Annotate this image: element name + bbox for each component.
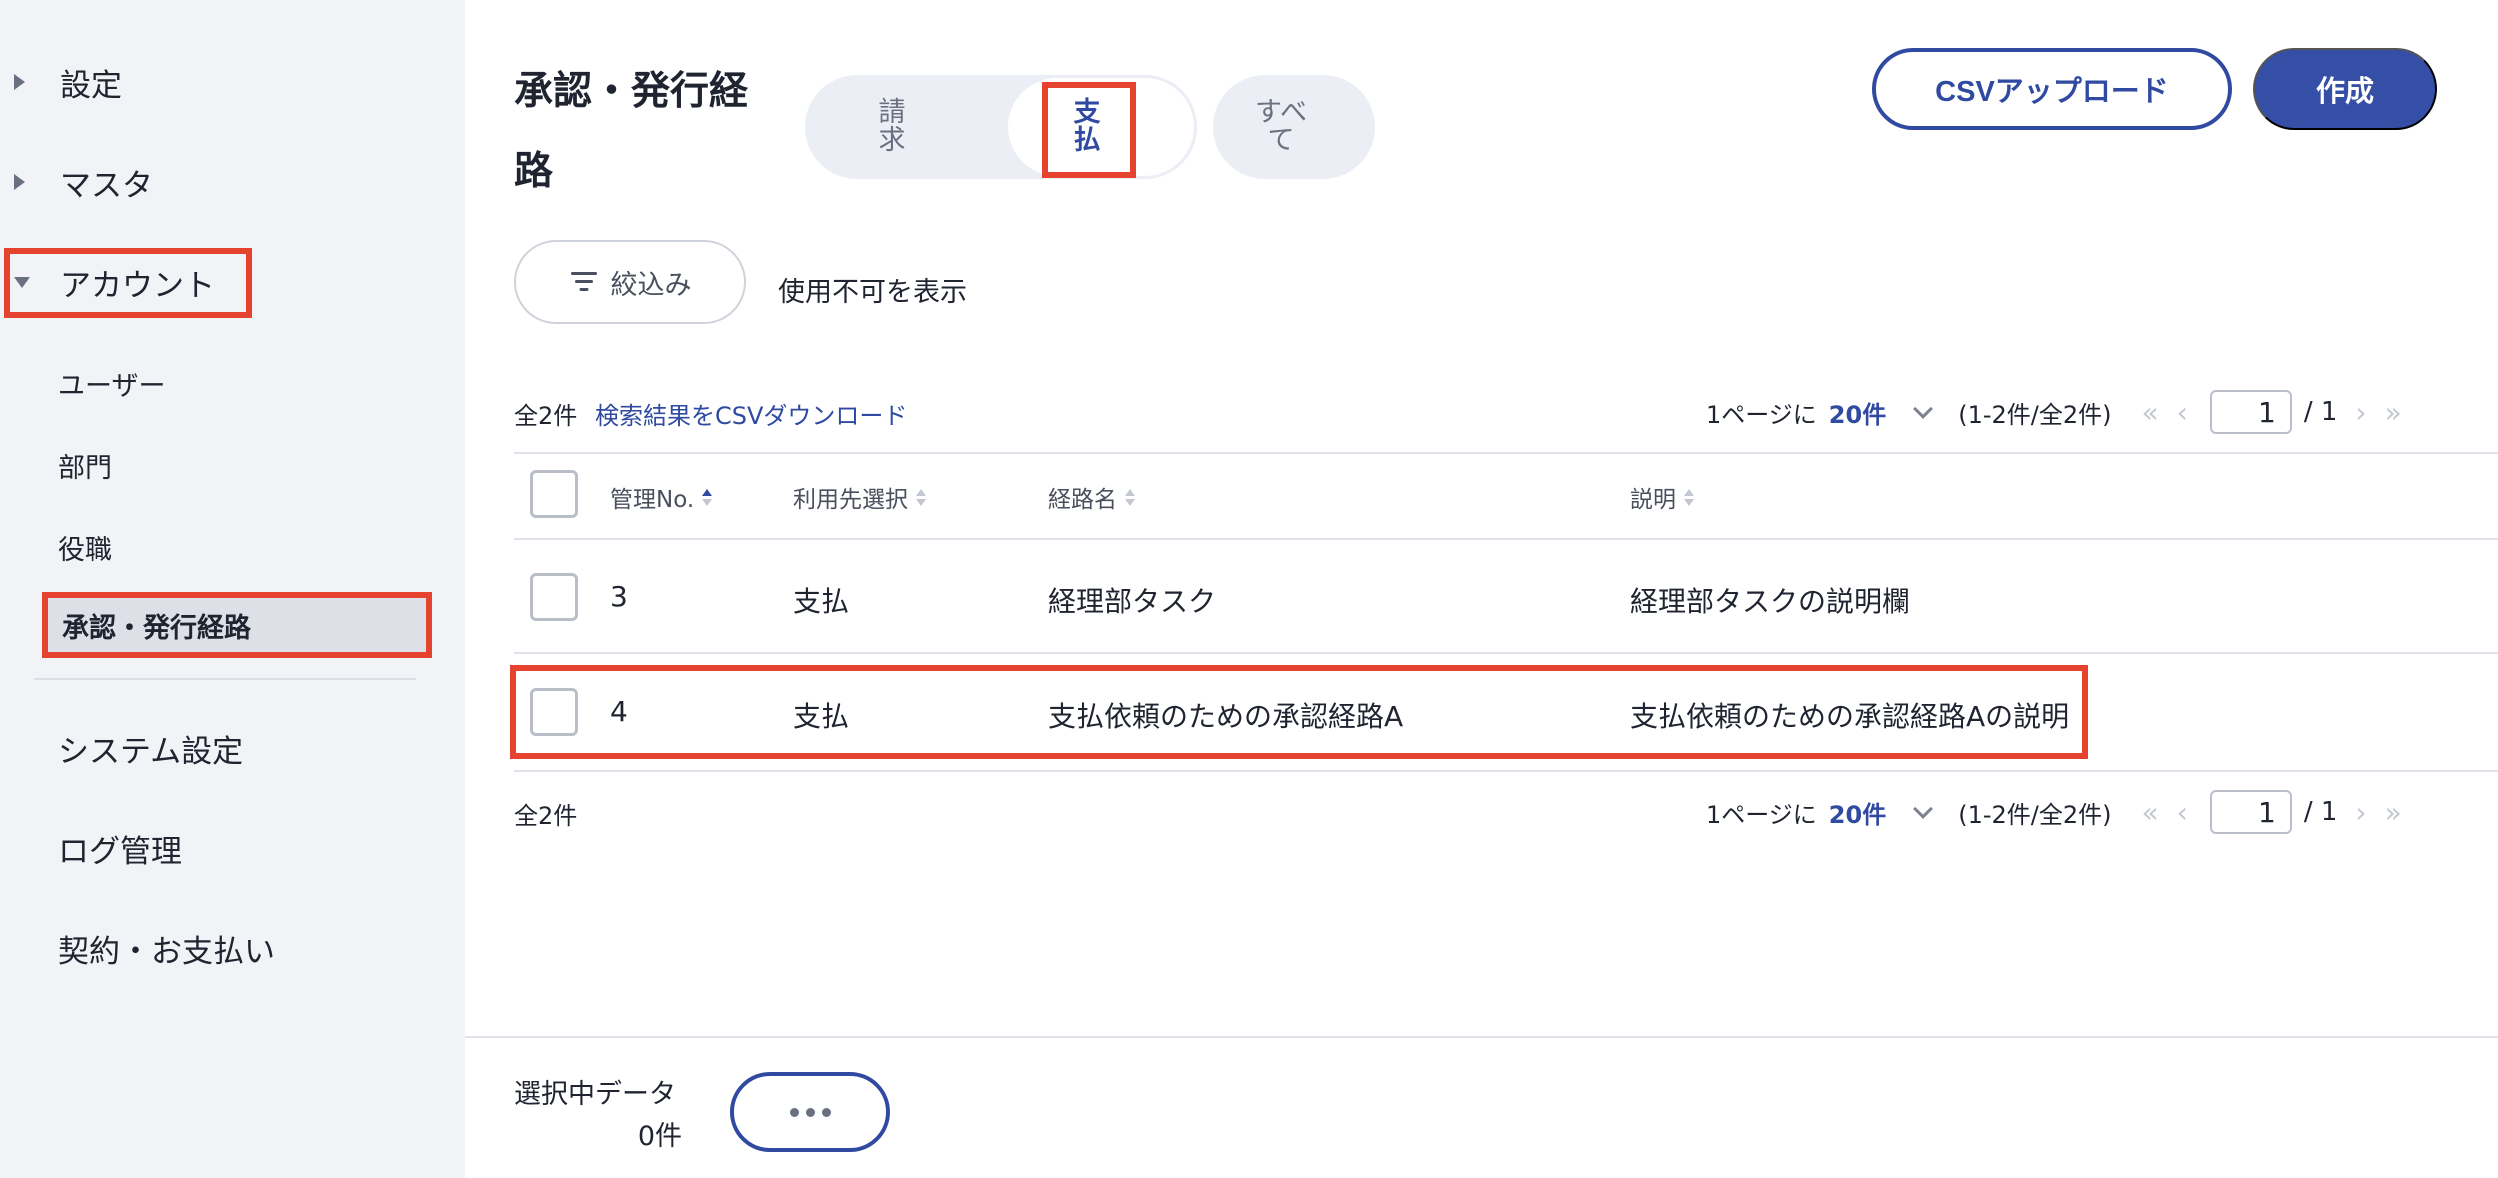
row-checkbox[interactable]	[530, 688, 578, 736]
cell-route-name: 支払依頼のための承認経路A	[1048, 700, 1404, 733]
row-checkbox[interactable]	[530, 573, 578, 621]
sidebar-item-system-settings[interactable]: システム設定	[58, 726, 243, 771]
sidebar: 設定 マスタ アカウント ユーザー 部門 役職 承認・発行経路 システム設定 ロ…	[0, 0, 465, 1178]
page-number-input[interactable]: 1	[2209, 390, 2292, 434]
first-page-icon[interactable]: «	[2141, 796, 2158, 829]
sidebar-group-label: マスタ	[60, 167, 153, 204]
column-header-label: 経路名	[1048, 487, 1117, 513]
prev-page-icon[interactable]: ‹	[2177, 796, 2188, 829]
sidebar-group-account[interactable]: アカウント	[0, 252, 430, 312]
sidebar-divider	[34, 678, 416, 680]
chevron-down-icon[interactable]	[1913, 799, 1934, 819]
dot-icon	[805, 1107, 815, 1117]
cell-no: 3	[610, 580, 628, 613]
caret-right-icon	[14, 74, 25, 90]
total-pages: / 1	[2303, 797, 2338, 827]
sidebar-group-label: アカウント	[60, 267, 215, 304]
more-actions-button[interactable]	[730, 1072, 890, 1152]
last-page-icon[interactable]: »	[2385, 796, 2402, 829]
filter-icon	[569, 270, 599, 294]
cell-description: 支払依頼のための承認経路Aの説明	[1630, 700, 2070, 733]
table-border-bottom	[514, 770, 2498, 772]
cell-no: 4	[610, 695, 628, 728]
per-page-select[interactable]: 20件	[1829, 795, 1886, 830]
next-page-icon[interactable]: ›	[2355, 796, 2366, 829]
result-count: 全2件	[514, 402, 578, 430]
sidebar-item-positions[interactable]: 役職	[58, 528, 112, 567]
pagination-bottom: 1ページに 20件 (1-2件/全2件) « ‹ 1 / 1 › »	[1706, 790, 2402, 834]
caret-down-icon	[14, 276, 30, 288]
caret-right-icon	[14, 174, 25, 190]
footer-divider	[465, 1036, 2498, 1038]
sort-icon	[1125, 488, 1135, 506]
last-page-icon[interactable]: »	[2385, 396, 2402, 429]
dot-icon	[789, 1107, 799, 1117]
sort-icon	[1684, 488, 1694, 506]
total-pages: / 1	[2303, 397, 2338, 427]
sidebar-group-master[interactable]: マスタ	[0, 152, 430, 212]
tab-invoice[interactable]: 請求	[872, 99, 912, 155]
sort-icon	[702, 488, 713, 506]
pagination-top: 1ページに 20件 (1-2件/全2件) « ‹ 1 / 1 › »	[1706, 390, 2402, 434]
filter-label: 絞込み	[610, 269, 692, 300]
cell-target: 支払	[793, 700, 850, 733]
cell-description: 経理部タスクの説明欄	[1630, 585, 1911, 618]
next-page-icon[interactable]: ›	[2355, 396, 2366, 429]
dot-icon	[821, 1107, 831, 1117]
sidebar-item-users[interactable]: ユーザー	[58, 364, 165, 403]
tab-all[interactable]: すべて	[1254, 99, 1308, 155]
cell-route-name: 経理部タスク	[1048, 585, 1217, 618]
chevron-down-icon[interactable]	[1913, 399, 1934, 419]
csv-download-link[interactable]: 検索結果をCSVダウンロード	[595, 396, 907, 431]
column-header-no[interactable]: 管理No.	[610, 480, 713, 514]
select-all-checkbox[interactable]	[530, 470, 578, 518]
sidebar-item-contract-payment[interactable]: 契約・お支払い	[58, 926, 275, 971]
page-title: 承認・発行経路	[514, 69, 749, 194]
first-page-icon[interactable]: «	[2141, 396, 2158, 429]
selected-data-count: 0件	[637, 1121, 682, 1152]
result-count-bottom: 全2件	[514, 802, 578, 830]
show-disabled-toggle[interactable]: 使用不可を表示	[778, 270, 967, 309]
range-label: (1-2件/全2件)	[1958, 800, 2112, 829]
column-header-label: 説明	[1630, 487, 1676, 513]
per-page-prefix: 1ページに	[1706, 800, 1817, 829]
page-number-input[interactable]: 1	[2209, 790, 2292, 834]
tab-payment[interactable]: 支払	[1067, 99, 1107, 155]
create-button[interactable]: 作成	[2253, 48, 2437, 130]
column-header-route-name[interactable]: 経路名	[1048, 480, 1135, 514]
table-border-top	[514, 452, 2498, 454]
cell-target: 支払	[793, 585, 850, 618]
range-label: (1-2件/全2件)	[1958, 400, 2112, 429]
sidebar-item-departments[interactable]: 部門	[58, 446, 112, 485]
prev-page-icon[interactable]: ‹	[2177, 396, 2188, 429]
csv-upload-button[interactable]: CSVアップロード	[1872, 48, 2232, 130]
per-page-select[interactable]: 20件	[1829, 395, 1886, 430]
table-header-border	[514, 538, 2498, 540]
sidebar-item-approval-routes[interactable]: 承認・発行経路	[42, 592, 432, 658]
table-row-border	[514, 652, 2498, 654]
sidebar-item-log-management[interactable]: ログ管理	[58, 826, 182, 871]
filter-button[interactable]: 絞込み	[514, 240, 746, 324]
sidebar-group-label: 設定	[60, 67, 122, 104]
column-header-label: 管理No.	[610, 487, 695, 513]
per-page-prefix: 1ページに	[1706, 400, 1817, 429]
column-header-target[interactable]: 利用先選択	[793, 480, 926, 514]
sort-icon	[916, 488, 926, 506]
column-header-label: 利用先選択	[793, 487, 908, 513]
column-header-description[interactable]: 説明	[1630, 480, 1694, 514]
selected-data-label: 選択中データ	[514, 1079, 676, 1110]
sidebar-group-settings[interactable]: 設定	[0, 52, 430, 112]
